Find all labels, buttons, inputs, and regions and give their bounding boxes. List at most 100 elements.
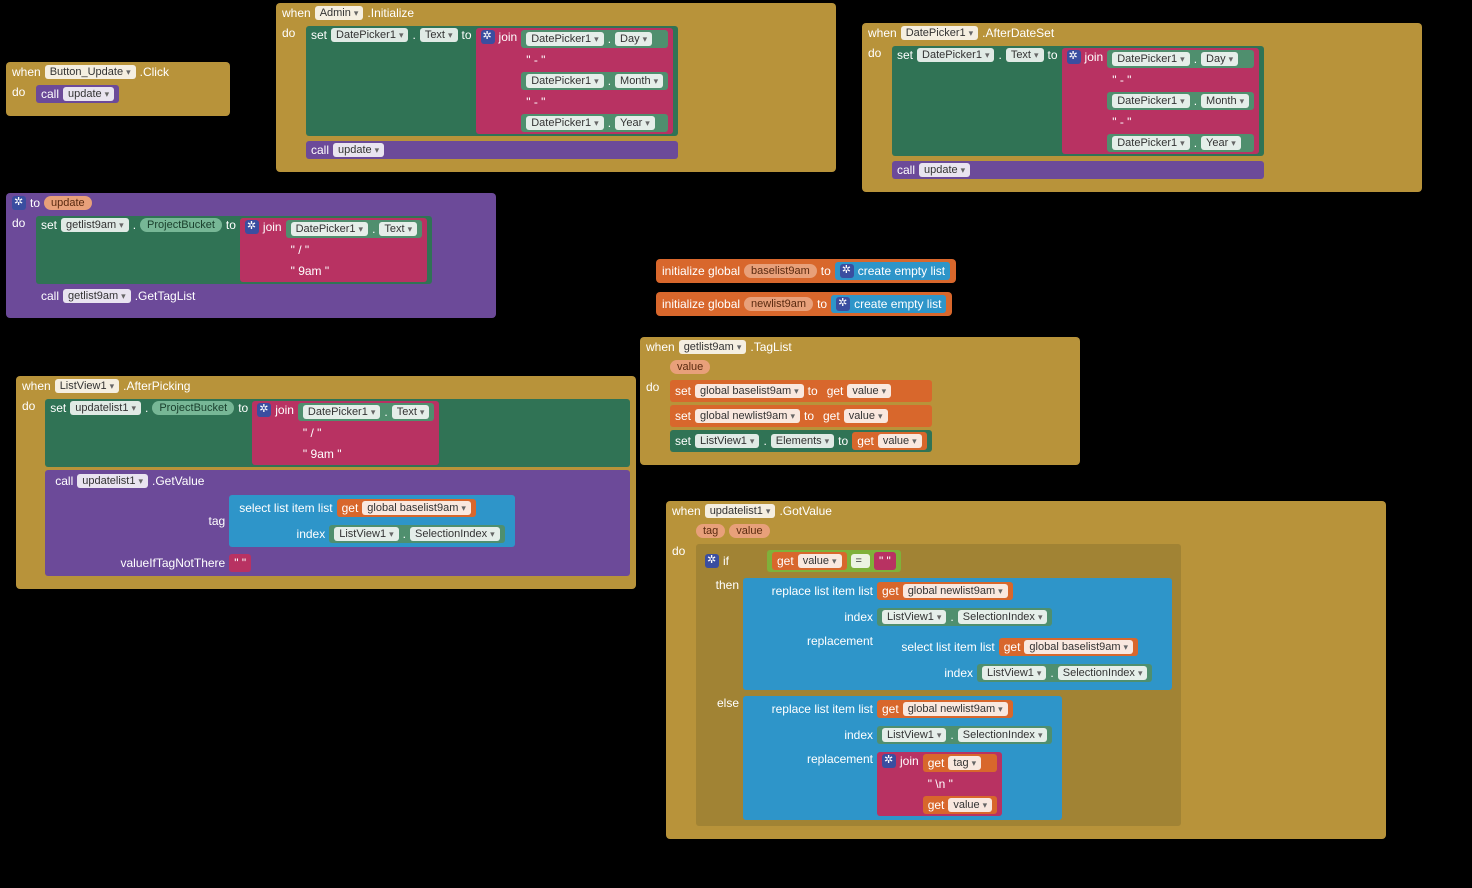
else-keyword: else — [705, 696, 739, 710]
global-name[interactable]: newlist9am — [744, 297, 813, 311]
select-list-item[interactable]: select list item list get global baselis… — [229, 495, 514, 547]
get-baselist[interactable]: get global baselist9am — [337, 499, 476, 517]
selection-index[interactable]: ListView1. SelectionIndex — [329, 525, 504, 543]
dash-literal-2[interactable]: " - " — [521, 93, 668, 111]
join-block[interactable]: join DatePicker1. Day " - " DatePicker1.… — [1062, 48, 1260, 154]
component-dd[interactable]: DatePicker1 — [331, 28, 408, 42]
get-value[interactable]: get value — [818, 407, 893, 425]
global-baselist9am[interactable]: initialize global baselist9am to create … — [656, 259, 956, 283]
get-baselist[interactable]: get global baselist9am — [999, 638, 1138, 656]
dp-text-getter[interactable]: DatePicker1. Text — [298, 403, 435, 421]
gear-icon[interactable] — [245, 220, 259, 234]
event-name: .TagList — [750, 340, 791, 354]
do-keyword: do — [12, 85, 32, 99]
month-getter[interactable]: DatePicker1. Month — [1107, 92, 1254, 110]
year-getter[interactable]: DatePicker1. Year — [1107, 134, 1254, 152]
set-listview-elements[interactable]: set ListView1. Elements to get value — [670, 430, 932, 452]
component-dropdown[interactable]: Button_Update — [45, 65, 136, 79]
component-dropdown[interactable]: DatePicker1 — [901, 26, 978, 40]
do-keyword: do — [672, 544, 692, 558]
do-keyword: do — [282, 26, 302, 40]
component-dd[interactable]: updatelist1 — [705, 504, 776, 518]
procedure-name[interactable]: update — [44, 196, 92, 210]
if-block[interactable]: if get value = " " then replace list ite… — [696, 544, 1181, 826]
procedure-dropdown[interactable]: update — [63, 87, 114, 101]
set-projectbucket[interactable]: set updatelist1. ProjectBucket to join D… — [45, 399, 630, 467]
gear-icon[interactable] — [840, 264, 854, 278]
get-value[interactable]: get value — [852, 432, 927, 450]
event-name: .AfterPicking — [123, 379, 190, 393]
join-block[interactable]: join DatePicker1. Day " - " DatePicker1.… — [476, 28, 674, 134]
gear-icon[interactable] — [705, 554, 719, 568]
gear-icon[interactable] — [12, 196, 26, 210]
time-literal[interactable]: " 9am " — [298, 445, 435, 463]
event-admin-initialize[interactable]: when Admin .Initialize do set DatePicker… — [276, 3, 836, 172]
call-update[interactable]: call update — [36, 85, 119, 103]
replace-list-item-then[interactable]: replace list item list get global newlis… — [743, 578, 1172, 690]
param-valueiftagnotthere: valueIfTagNotThere — [55, 556, 225, 570]
newline-literal[interactable]: " \n " — [923, 775, 998, 793]
set-datepicker-text[interactable]: set DatePicker1 . Text to join DatePicke… — [892, 46, 1264, 156]
empty-literal[interactable]: " " — [229, 554, 251, 572]
event-afterpicking[interactable]: when ListView1 .AfterPicking do set upda… — [16, 376, 636, 589]
set-newlist[interactable]: set global newlist9am to get value — [670, 405, 932, 427]
property-dd[interactable]: Text — [420, 28, 458, 42]
gear-icon[interactable] — [882, 754, 896, 768]
event-button-update-click[interactable]: when Button_Update .Click do call update — [6, 62, 230, 116]
replace-list-item-else[interactable]: replace list item list get global newlis… — [743, 696, 1062, 820]
join-block[interactable]: join DatePicker1. Text " / " " 9am " — [240, 218, 427, 282]
set-projectbucket[interactable]: set getlist9am . ProjectBucket to join D… — [36, 216, 432, 284]
gear-icon[interactable] — [481, 30, 495, 44]
get-value[interactable]: get value — [772, 552, 847, 570]
component-dropdown[interactable]: Admin — [315, 6, 364, 20]
call-update[interactable]: call update — [306, 141, 678, 159]
procedure-update[interactable]: to update do set getlist9am . ProjectBuc… — [6, 193, 496, 318]
select-list-item[interactable]: select list item list get global baselis… — [877, 634, 1162, 686]
dash-literal[interactable]: " - " — [1107, 113, 1254, 131]
selection-index[interactable]: ListView1. SelectionIndex — [877, 726, 1052, 744]
day-getter[interactable]: DatePicker1. Day — [1107, 50, 1254, 68]
join-block[interactable]: join get tag " \n " get value — [877, 752, 1002, 816]
create-empty-list[interactable]: create empty list — [831, 295, 946, 313]
global-name[interactable]: baselist9am — [744, 264, 817, 278]
set-datepicker-text[interactable]: set DatePicker1 . Text to join DatePicke… — [306, 26, 678, 136]
param-value: value — [670, 360, 710, 374]
equality-test[interactable]: get value = " " — [767, 550, 901, 572]
join-block[interactable]: join DatePicker1. Text " / " " 9am " — [252, 401, 439, 465]
event-gotvalue[interactable]: when updatelist1 .GotValue tag value do … — [666, 501, 1386, 839]
call-update[interactable]: call update — [892, 161, 1264, 179]
year-getter[interactable]: DatePicker1. Year — [521, 114, 668, 132]
time-literal[interactable]: " 9am " — [286, 262, 423, 280]
event-taglist[interactable]: when getlist9am .TagList value do set gl… — [640, 337, 1080, 465]
slash-literal[interactable]: " / " — [298, 424, 435, 442]
call-gettaglist[interactable]: call getlist9am .GetTagList — [36, 287, 432, 305]
selection-index[interactable]: ListView1. SelectionIndex — [977, 664, 1152, 682]
selection-index[interactable]: ListView1. SelectionIndex — [877, 608, 1052, 626]
operator-dd[interactable]: = — [851, 554, 870, 568]
gear-icon[interactable] — [257, 403, 271, 417]
month-getter[interactable]: DatePicker1. Month — [521, 72, 668, 90]
global-newlist9am[interactable]: initialize global newlist9am to create e… — [656, 292, 952, 316]
get-newlist[interactable]: get global newlist9am — [877, 700, 1013, 718]
slash-literal[interactable]: " / " — [286, 241, 423, 259]
day-getter[interactable]: DatePicker1. Day — [521, 30, 668, 48]
get-newlist[interactable]: get global newlist9am — [877, 582, 1013, 600]
event-afterdateset[interactable]: when DatePicker1 .AfterDateSet do set Da… — [862, 23, 1422, 192]
get-value[interactable]: get value — [923, 796, 998, 814]
gear-icon[interactable] — [836, 297, 850, 311]
call-getvalue[interactable]: call updatelist1 .GetValue tag select li… — [45, 470, 630, 576]
procedure-dd[interactable]: update — [333, 143, 384, 157]
do-keyword: do — [646, 380, 666, 394]
dp-text-getter[interactable]: DatePicker1. Text — [286, 220, 423, 238]
component-dd[interactable]: ListView1 — [55, 379, 119, 393]
create-empty-list[interactable]: create empty list — [835, 262, 950, 280]
gear-icon[interactable] — [1067, 50, 1081, 64]
dash-literal-1[interactable]: " - " — [521, 51, 668, 69]
when-keyword: when — [12, 65, 41, 79]
get-tag[interactable]: get tag — [923, 754, 998, 772]
set-baselist[interactable]: set global baselist9am to get value — [670, 380, 932, 402]
component-dd[interactable]: getlist9am — [679, 340, 747, 354]
empty-literal[interactable]: " " — [874, 552, 896, 570]
get-value[interactable]: get value — [822, 382, 897, 400]
dash-literal[interactable]: " - " — [1107, 71, 1254, 89]
